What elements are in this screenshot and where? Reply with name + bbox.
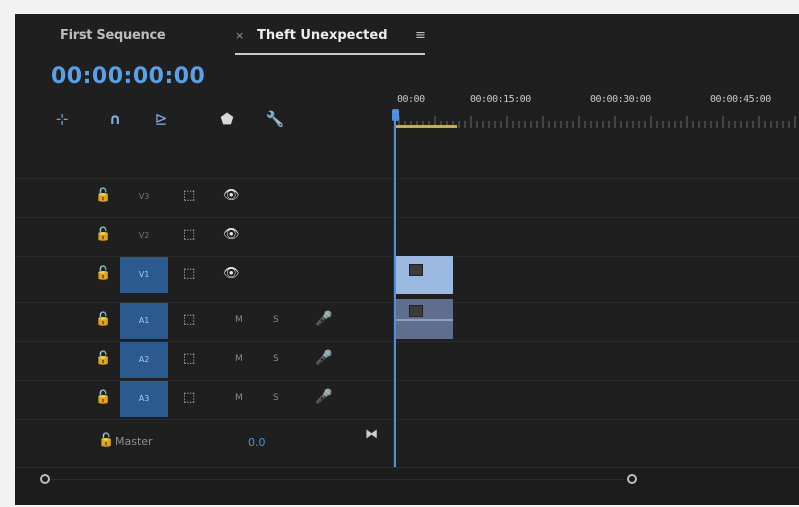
- active-tab-underline: [235, 53, 425, 55]
- playhead-timecode[interactable]: 00:00:00:00: [51, 64, 205, 89]
- timeline-panel: First Sequence × Theft Unexpected ≡ 00:0…: [15, 14, 799, 505]
- lock-icon[interactable]: 🔓: [95, 188, 111, 203]
- panel-menu-icon[interactable]: ≡: [415, 28, 426, 43]
- snap-icon[interactable]: ∩: [105, 110, 125, 128]
- sync-lock-icon[interactable]: ⬚: [183, 227, 195, 242]
- solo-toggle[interactable]: S: [273, 354, 279, 364]
- linked-selection-icon[interactable]: ⊵: [151, 110, 171, 128]
- tab-first-sequence[interactable]: First Sequence: [60, 28, 166, 43]
- close-icon[interactable]: ×: [235, 29, 244, 42]
- track-row-a3: 🔓 A3 ⬚ M S 🎤: [15, 380, 799, 419]
- track-target-v2[interactable]: V2: [120, 218, 168, 254]
- scrollbar-right-handle[interactable]: [627, 474, 637, 484]
- track-target-a2[interactable]: A2: [120, 342, 168, 378]
- sync-lock-icon[interactable]: ⬚: [183, 188, 195, 203]
- track-row-v2: 🔓 V2 ⬚ 👁: [15, 217, 799, 256]
- work-area-bar[interactable]: [395, 125, 457, 128]
- sync-lock-icon[interactable]: ⬚: [183, 266, 195, 281]
- insert-nest-icon[interactable]: ⊹: [52, 110, 72, 128]
- audio-waveform: [395, 319, 453, 321]
- mute-toggle[interactable]: M: [235, 393, 243, 403]
- video-clip[interactable]: [395, 256, 453, 294]
- lock-icon[interactable]: 🔓: [95, 227, 111, 242]
- track-row-v3: 🔓 V3 ⬚ 👁: [15, 178, 799, 217]
- ruler-label: 00:00: [397, 94, 425, 105]
- master-volume-value[interactable]: 0.0: [248, 436, 266, 449]
- sync-lock-icon[interactable]: ⬚: [183, 351, 195, 366]
- audio-clip[interactable]: [395, 299, 453, 339]
- clip-thumbnail: [409, 264, 423, 276]
- clip-thumbnail: [409, 305, 423, 317]
- ruler-label: 00:00:15:00: [470, 94, 531, 105]
- mute-toggle[interactable]: M: [235, 354, 243, 364]
- solo-toggle[interactable]: S: [273, 315, 279, 325]
- track-target-v1[interactable]: V1: [120, 257, 168, 293]
- eye-icon[interactable]: 👁: [223, 188, 240, 203]
- lock-icon[interactable]: 🔓: [95, 351, 111, 366]
- ruler-label: 00:00:30:00: [590, 94, 651, 105]
- playhead-handle[interactable]: [392, 109, 399, 121]
- mute-toggle[interactable]: M: [235, 315, 243, 325]
- solo-toggle[interactable]: S: [273, 393, 279, 403]
- lock-icon[interactable]: 🔓: [95, 390, 111, 405]
- lock-icon[interactable]: 🔓: [95, 266, 111, 281]
- sync-lock-icon[interactable]: ⬚: [183, 390, 195, 405]
- microphone-icon[interactable]: 🎤: [315, 350, 332, 366]
- track-target-a3[interactable]: A3: [120, 381, 168, 417]
- master-track-label: Master: [115, 435, 153, 448]
- scrollbar-left-handle[interactable]: [40, 474, 50, 484]
- microphone-icon[interactable]: 🎤: [315, 389, 332, 405]
- add-marker-icon[interactable]: ⬟: [217, 110, 237, 128]
- track-target-v3[interactable]: V3: [120, 179, 168, 215]
- track-target-a1[interactable]: A1: [120, 303, 168, 339]
- eye-icon[interactable]: 👁: [223, 227, 240, 242]
- timeline-settings-icon[interactable]: 🔧: [265, 110, 285, 128]
- tab-label: Theft Unexpected: [257, 28, 388, 43]
- microphone-icon[interactable]: 🎤: [315, 311, 332, 327]
- scrollbar-track[interactable]: [51, 479, 625, 480]
- sync-lock-icon[interactable]: ⬚: [183, 312, 195, 327]
- eye-icon[interactable]: 👁: [223, 266, 240, 281]
- playhead-line[interactable]: [394, 118, 396, 480]
- ruler-label: 00:00:45:00: [710, 94, 771, 105]
- track-row-a2: 🔓 A2 ⬚ M S 🎤: [15, 341, 799, 380]
- lock-icon[interactable]: 🔓: [98, 433, 114, 448]
- zoom-scrollbar[interactable]: [15, 467, 799, 505]
- lock-icon[interactable]: 🔓: [95, 312, 111, 327]
- track-resize-icon[interactable]: ⧓: [365, 427, 378, 442]
